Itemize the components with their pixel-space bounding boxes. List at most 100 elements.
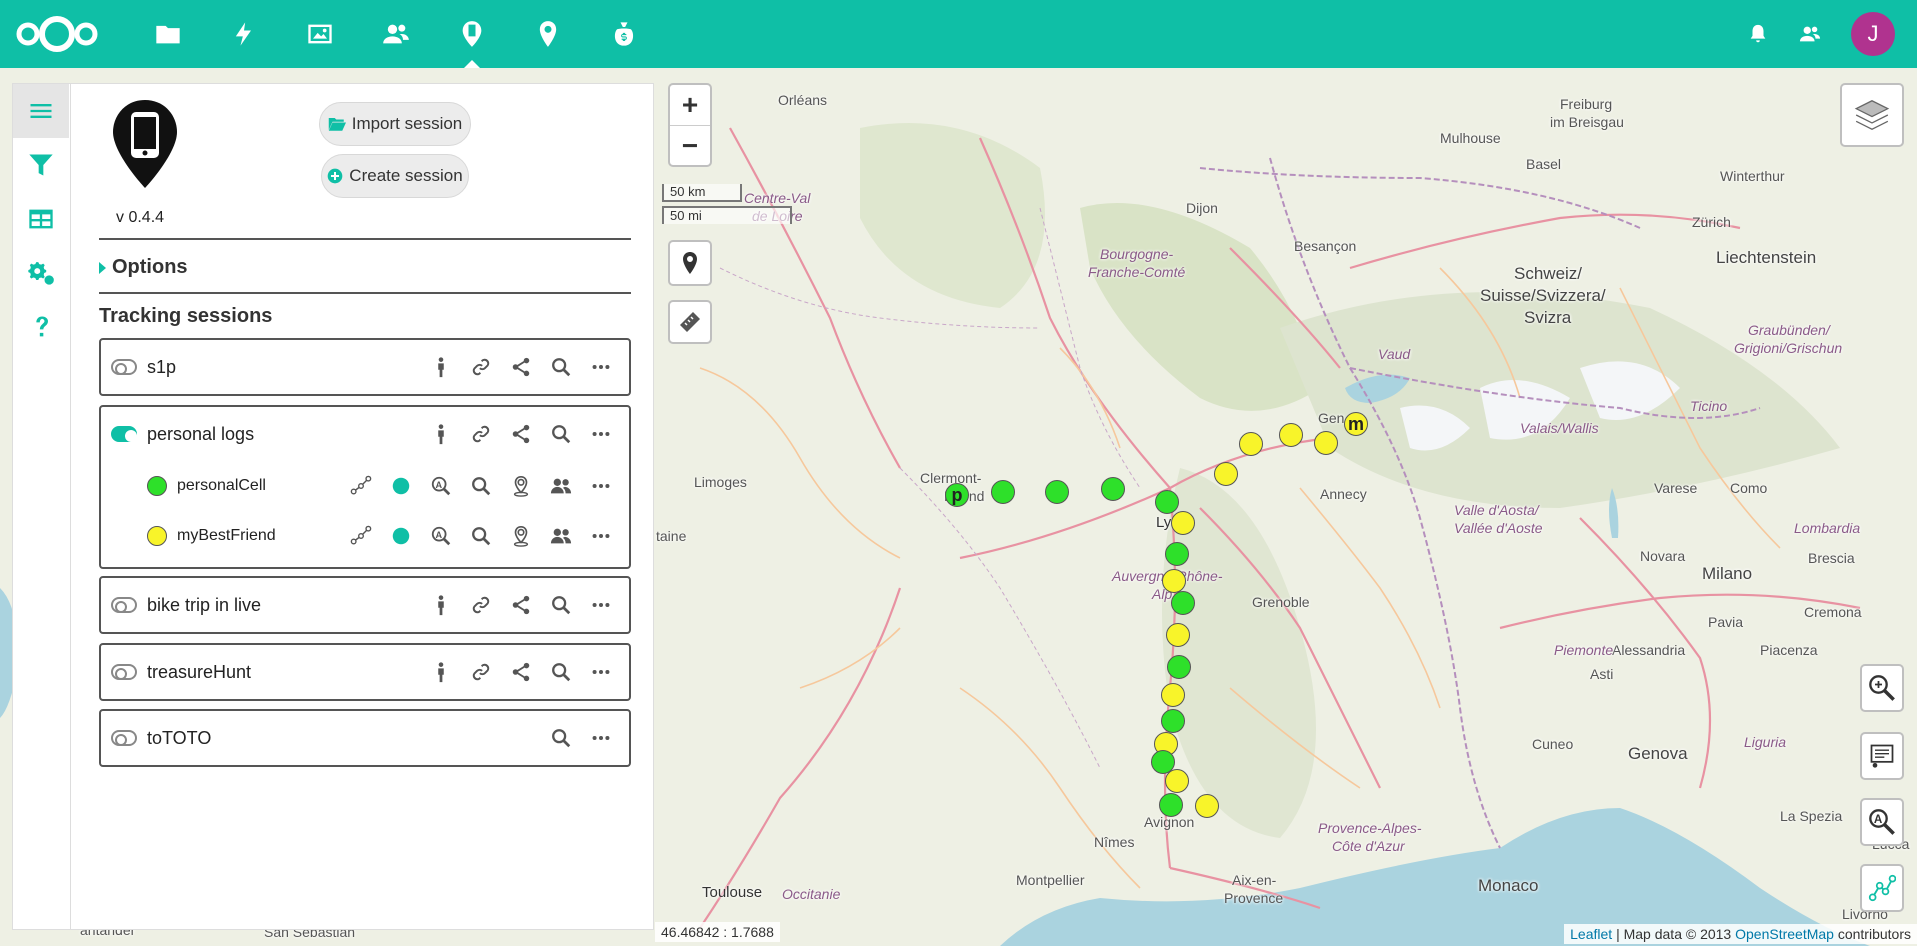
points-toggle-icon[interactable] (381, 475, 421, 497)
nextcloud-logo-icon[interactable] (14, 14, 100, 54)
session-toggle[interactable] (111, 597, 137, 613)
session-name[interactable]: toTOTO (147, 728, 211, 749)
phonetrack-icon[interactable] (434, 0, 510, 68)
device-name[interactable]: personalCell (177, 477, 266, 495)
more-icon[interactable] (581, 594, 621, 616)
maps-icon[interactable] (510, 0, 586, 68)
session-toggle[interactable] (111, 664, 137, 680)
user-avatar[interactable]: J (1851, 12, 1895, 56)
auto-zoom-button[interactable]: A (1860, 798, 1904, 846)
track-point-green[interactable] (1101, 477, 1125, 501)
link-icon[interactable] (461, 423, 501, 445)
geofence-icon[interactable] (501, 475, 541, 497)
contacts-icon[interactable] (358, 0, 434, 68)
zoom-to-bounds-button[interactable] (1860, 664, 1904, 712)
link-icon[interactable] (461, 356, 501, 378)
points-toggle-icon[interactable] (381, 525, 421, 547)
auto-zoom-icon[interactable]: A (421, 475, 461, 497)
search-icon[interactable] (541, 727, 581, 749)
session-name[interactable]: treasureHunt (147, 662, 251, 683)
zoom-in-button[interactable]: + (670, 85, 710, 125)
link-icon[interactable] (461, 594, 501, 616)
import-session-button[interactable]: Import session (319, 102, 471, 146)
share-icon[interactable] (501, 661, 541, 683)
locate-button[interactable] (668, 240, 712, 286)
session-name[interactable]: s1p (147, 357, 176, 378)
tab-main[interactable] (13, 84, 69, 138)
proximity-icon[interactable] (541, 475, 581, 497)
track-point-green[interactable] (1045, 480, 1069, 504)
contacts-menu-icon[interactable] (1799, 23, 1821, 45)
auto-zoom-icon[interactable]: A (421, 525, 461, 547)
share-icon[interactable] (501, 356, 541, 378)
osm-link[interactable]: OpenStreetMap (1735, 926, 1834, 942)
share-icon[interactable] (501, 594, 541, 616)
more-icon[interactable] (581, 356, 621, 378)
person-icon[interactable] (421, 661, 461, 683)
more-icon[interactable] (581, 423, 621, 445)
session-toggle[interactable] (111, 359, 137, 375)
track-start-personal-cell[interactable]: p (945, 483, 969, 507)
track-point-green[interactable] (1161, 709, 1185, 733)
device-name[interactable]: myBestFriend (177, 527, 276, 545)
track-point-green[interactable] (1171, 591, 1195, 615)
options-toggle[interactable]: Options (99, 256, 188, 279)
notifications-bell-icon[interactable] (1747, 23, 1769, 45)
track-point-yellow[interactable] (1166, 623, 1190, 647)
photos-icon[interactable] (282, 0, 358, 68)
track-point-yellow[interactable] (1279, 423, 1303, 447)
tab-settings[interactable] (13, 246, 69, 300)
track-point-yellow[interactable] (1214, 462, 1238, 486)
tab-filters[interactable] (13, 138, 69, 192)
person-icon[interactable] (421, 356, 461, 378)
session-toggle[interactable] (111, 426, 137, 442)
track-point-green[interactable] (1165, 542, 1189, 566)
track-point-yellow[interactable] (1195, 794, 1219, 818)
share-icon[interactable] (501, 423, 541, 445)
person-icon[interactable] (421, 423, 461, 445)
track-point-yellow[interactable] (1171, 511, 1195, 535)
track-point-green[interactable] (1159, 793, 1183, 817)
line-toggle-icon[interactable] (341, 475, 381, 497)
search-icon[interactable] (541, 356, 581, 378)
device-color-dot[interactable] (147, 476, 167, 496)
track-point-yellow[interactable] (1162, 569, 1186, 593)
cospend-icon[interactable] (586, 0, 662, 68)
zoom-device-icon[interactable] (461, 475, 501, 497)
track-point-yellow[interactable] (1239, 432, 1263, 456)
track-point-green[interactable] (991, 480, 1015, 504)
more-icon[interactable] (581, 475, 621, 497)
zoom-out-button[interactable]: − (670, 125, 710, 165)
measure-button[interactable] (668, 300, 712, 344)
zoom-device-icon[interactable] (461, 525, 501, 547)
proximity-icon[interactable] (541, 525, 581, 547)
search-icon[interactable] (541, 423, 581, 445)
link-icon[interactable] (461, 661, 501, 683)
track-point-yellow[interactable] (1314, 431, 1338, 455)
track-point-green[interactable] (1167, 655, 1191, 679)
more-icon[interactable] (581, 661, 621, 683)
activity-icon[interactable] (206, 0, 282, 68)
more-icon[interactable] (581, 525, 621, 547)
session-toggle[interactable] (111, 730, 137, 746)
show-lines-button[interactable] (1860, 864, 1904, 912)
track-point-yellow[interactable] (1165, 769, 1189, 793)
search-icon[interactable] (541, 594, 581, 616)
search-icon[interactable] (541, 661, 581, 683)
session-name[interactable]: personal logs (147, 424, 254, 445)
line-toggle-icon[interactable] (341, 525, 381, 547)
device-color-dot[interactable] (147, 526, 167, 546)
create-session-button[interactable]: Create session (321, 154, 469, 198)
more-icon[interactable] (581, 727, 621, 749)
leaflet-link[interactable]: Leaflet (1570, 926, 1612, 942)
layers-button[interactable] (1840, 83, 1904, 147)
session-name[interactable]: bike trip in live (147, 595, 261, 616)
track-point-yellow[interactable] (1161, 683, 1185, 707)
show-info-button[interactable] (1860, 732, 1904, 780)
files-icon[interactable] (130, 0, 206, 68)
tab-stats[interactable] (13, 192, 69, 246)
track-point-green[interactable] (1155, 490, 1179, 514)
geofence-icon[interactable] (501, 525, 541, 547)
tab-help[interactable] (13, 300, 69, 354)
person-icon[interactable] (421, 594, 461, 616)
